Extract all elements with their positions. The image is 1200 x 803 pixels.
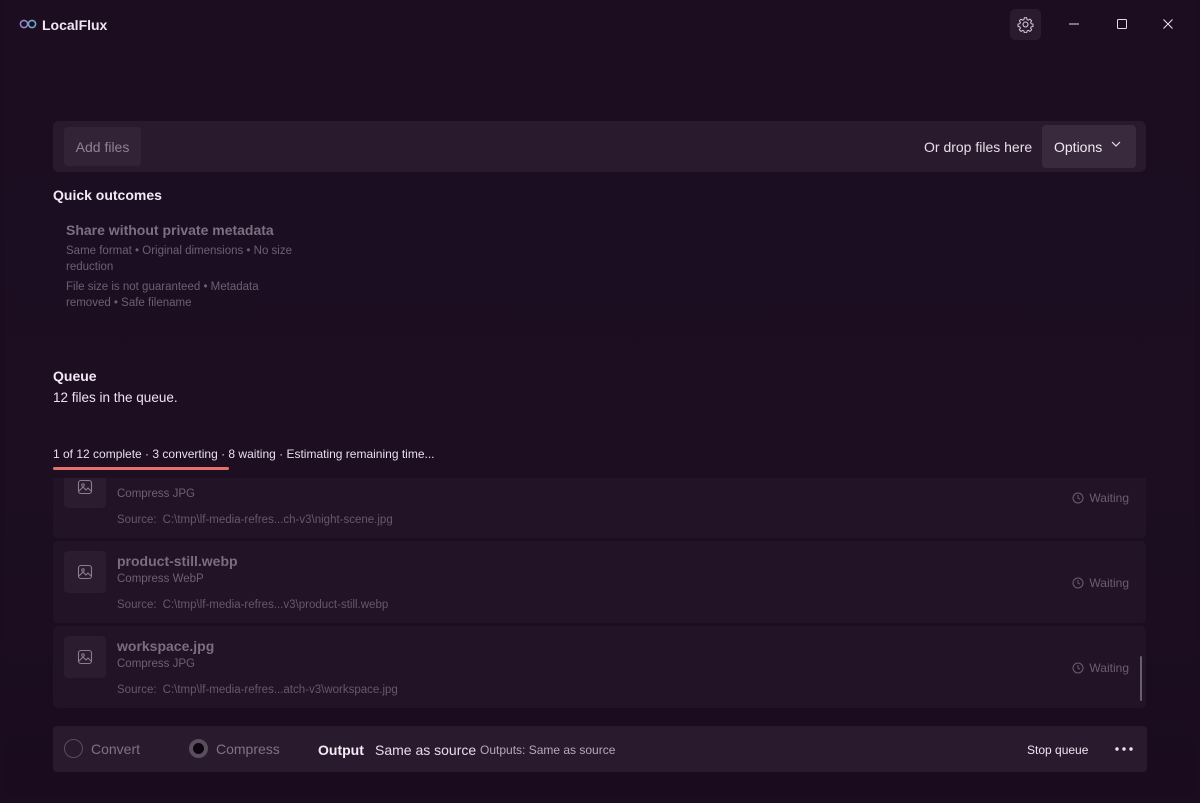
source-label: Source: [117,514,157,526]
minimize-icon [1069,23,1079,25]
add-files-bar: Add files Or drop files here Options [53,121,1146,172]
settings-button[interactable] [1010,9,1041,40]
source-path: C:\tmp\lf-media-refres...ch-v3\night-sce… [162,514,393,526]
source-path: C:\tmp\lf-media-refres...atch-v3\workspa… [162,684,398,696]
close-icon [1163,19,1173,29]
source-label: Source: [117,684,157,696]
queue-count: 12 files in the queue. [53,390,178,405]
drop-hint: Or drop files here [924,139,1033,155]
queue-item-source: Source: C:\tmp\lf-media-refres...v3\produ… [117,599,388,611]
mode-convert-radio[interactable]: Convert [64,739,140,758]
clock-icon [1072,662,1084,674]
queue-scrollbar[interactable] [1140,656,1142,701]
image-icon [77,649,93,665]
queue-progress-bar [53,467,229,470]
close-button[interactable] [1156,12,1180,36]
mode-compress-label: Compress [216,740,280,757]
queue-progress-text: 1 of 12 complete · 3 converting · 8 wait… [53,447,435,461]
stop-queue-button[interactable]: Stop queue [1027,743,1088,757]
options-label: Options [1054,138,1103,155]
infinity-logo-icon [19,19,37,29]
image-icon [77,564,93,580]
add-files-button[interactable]: Add files [64,127,141,166]
queue-item-name: workspace.jpg [117,638,215,654]
quick-outcome-detail: Same format • Original dimensions • No s… [66,245,292,273]
action-bar: Convert Compress Output Same as source O… [53,726,1147,772]
more-horizontal-icon [1115,747,1133,751]
radio-ring [64,739,83,758]
queue-item-status: Waiting [1072,661,1129,675]
queue-item-thumbnail [64,636,106,678]
maximize-icon [1117,19,1127,29]
more-options-button[interactable] [1113,740,1135,758]
options-button[interactable]: Options [1042,125,1136,168]
queue-item-task: Compress JPG [117,488,195,500]
source-path: C:\tmp\lf-media-refres...v3\product-stil… [162,599,389,611]
clock-icon [1072,577,1084,589]
queue-item[interactable]: Compress JPG Source: C:\tmp\lf-media-refr… [53,478,1146,538]
queue-item-status: Waiting [1072,491,1129,505]
quick-outcome-title: Share without private metadata [66,222,274,238]
gear-icon [1017,17,1034,33]
mode-convert-label: Convert [91,740,141,757]
queue-item-source: Source: C:\tmp\lf-media-refres...atch-v3\… [117,684,398,696]
queue-item[interactable]: product-still.webp Compress WebP Source:… [53,541,1146,623]
quick-outcome-card[interactable]: Share without private metadata Same form… [66,222,301,315]
maximize-button[interactable] [1110,12,1134,36]
clock-icon [1072,492,1084,504]
status-text: Waiting [1089,576,1129,590]
minimize-button[interactable] [1062,12,1086,36]
queue-item-status: Waiting [1072,576,1129,590]
mode-compress-radio[interactable]: Compress [189,739,280,758]
queue-item-name: product-still.webp [117,553,238,569]
output-destination[interactable]: Same as source [375,742,476,758]
quick-outcomes-title: Quick outcomes [53,187,162,203]
queue-item-task: Compress JPG [117,658,195,670]
queue-item-thumbnail [64,551,106,593]
status-text: Waiting [1089,491,1129,505]
queue-item[interactable]: workspace.jpg Compress JPG Source: C:\tmp… [53,626,1146,708]
queue-item-thumbnail [64,478,106,508]
image-icon [77,479,93,495]
queue-item-source: Source: C:\tmp\lf-media-refres...ch-v3\ni… [117,514,393,526]
status-text: Waiting [1089,661,1129,675]
output-label: Output [318,742,364,758]
quick-outcome-note: File size is not guaranteed • Metadata r… [66,281,259,309]
outputs-summary: Outputs: Same as source [480,743,616,757]
chevron-down-icon [1111,141,1121,147]
queue-list[interactable]: Compress JPG Source: C:\tmp\lf-media-refr… [53,478,1146,708]
app-window: LocalFlux Add files Or drop files here O… [6,0,1194,797]
title-bar: LocalFlux [6,0,1194,48]
queue-item-task: Compress WebP [117,573,204,585]
source-label: Source: [117,599,157,611]
radio-ring-selected [189,739,208,758]
queue-title: Queue [53,368,97,384]
app-title: LocalFlux [42,17,108,33]
